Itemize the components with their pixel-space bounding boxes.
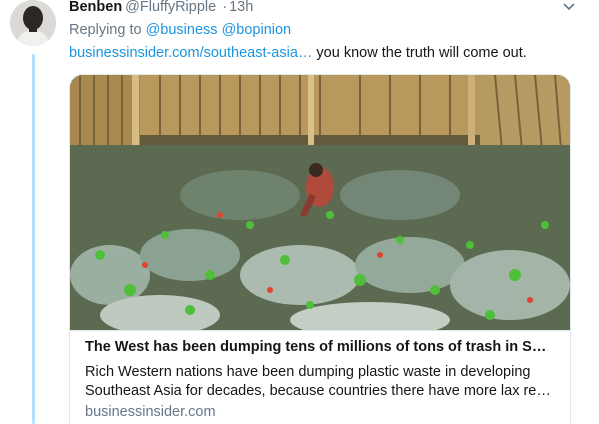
replying-to: Replying to @business @bopinion bbox=[69, 22, 291, 38]
tweet-timestamp[interactable]: 13h bbox=[229, 0, 253, 15]
mention-business[interactable]: @business bbox=[146, 22, 218, 38]
card-image[interactable] bbox=[70, 75, 570, 330]
thread-line bbox=[32, 54, 35, 424]
card-domain[interactable]: businessinsider.com bbox=[85, 404, 216, 420]
card-title[interactable]: The West has been dumping tens of millio… bbox=[85, 339, 555, 355]
tweet-header: Benben @FluffyRipple · 13h bbox=[69, 0, 253, 17]
chevron-down-icon[interactable] bbox=[560, 0, 578, 14]
tweet-reply: Benben @FluffyRipple · 13h Replying to @bu… bbox=[0, 0, 599, 424]
article-link[interactable]: businessinsider.com/southeast-asia… bbox=[69, 45, 312, 61]
card-description-line: Rich Western nations have been dumping p… bbox=[85, 364, 531, 380]
replying-prefix: Replying to bbox=[69, 22, 142, 38]
avatar[interactable] bbox=[10, 0, 56, 46]
card-body: The West has been dumping tens of millio… bbox=[70, 330, 570, 420]
watermark: 头条 @虚拟现实OLO bbox=[478, 400, 591, 414]
author-name[interactable]: Benben bbox=[69, 0, 122, 15]
author-handle[interactable]: @FluffyRipple bbox=[125, 0, 216, 15]
mention-bopinion[interactable]: @bopinion bbox=[222, 22, 292, 38]
tweet-text: businessinsider.com/southeast-asia… you … bbox=[69, 45, 527, 61]
link-preview-card[interactable]: The West has been dumping tens of millio… bbox=[69, 74, 571, 424]
separator-dot: · bbox=[222, 0, 228, 15]
card-description: Rich Western nations have been dumping p… bbox=[85, 363, 555, 401]
tweet-body: you know the truth will come out. bbox=[312, 45, 527, 61]
